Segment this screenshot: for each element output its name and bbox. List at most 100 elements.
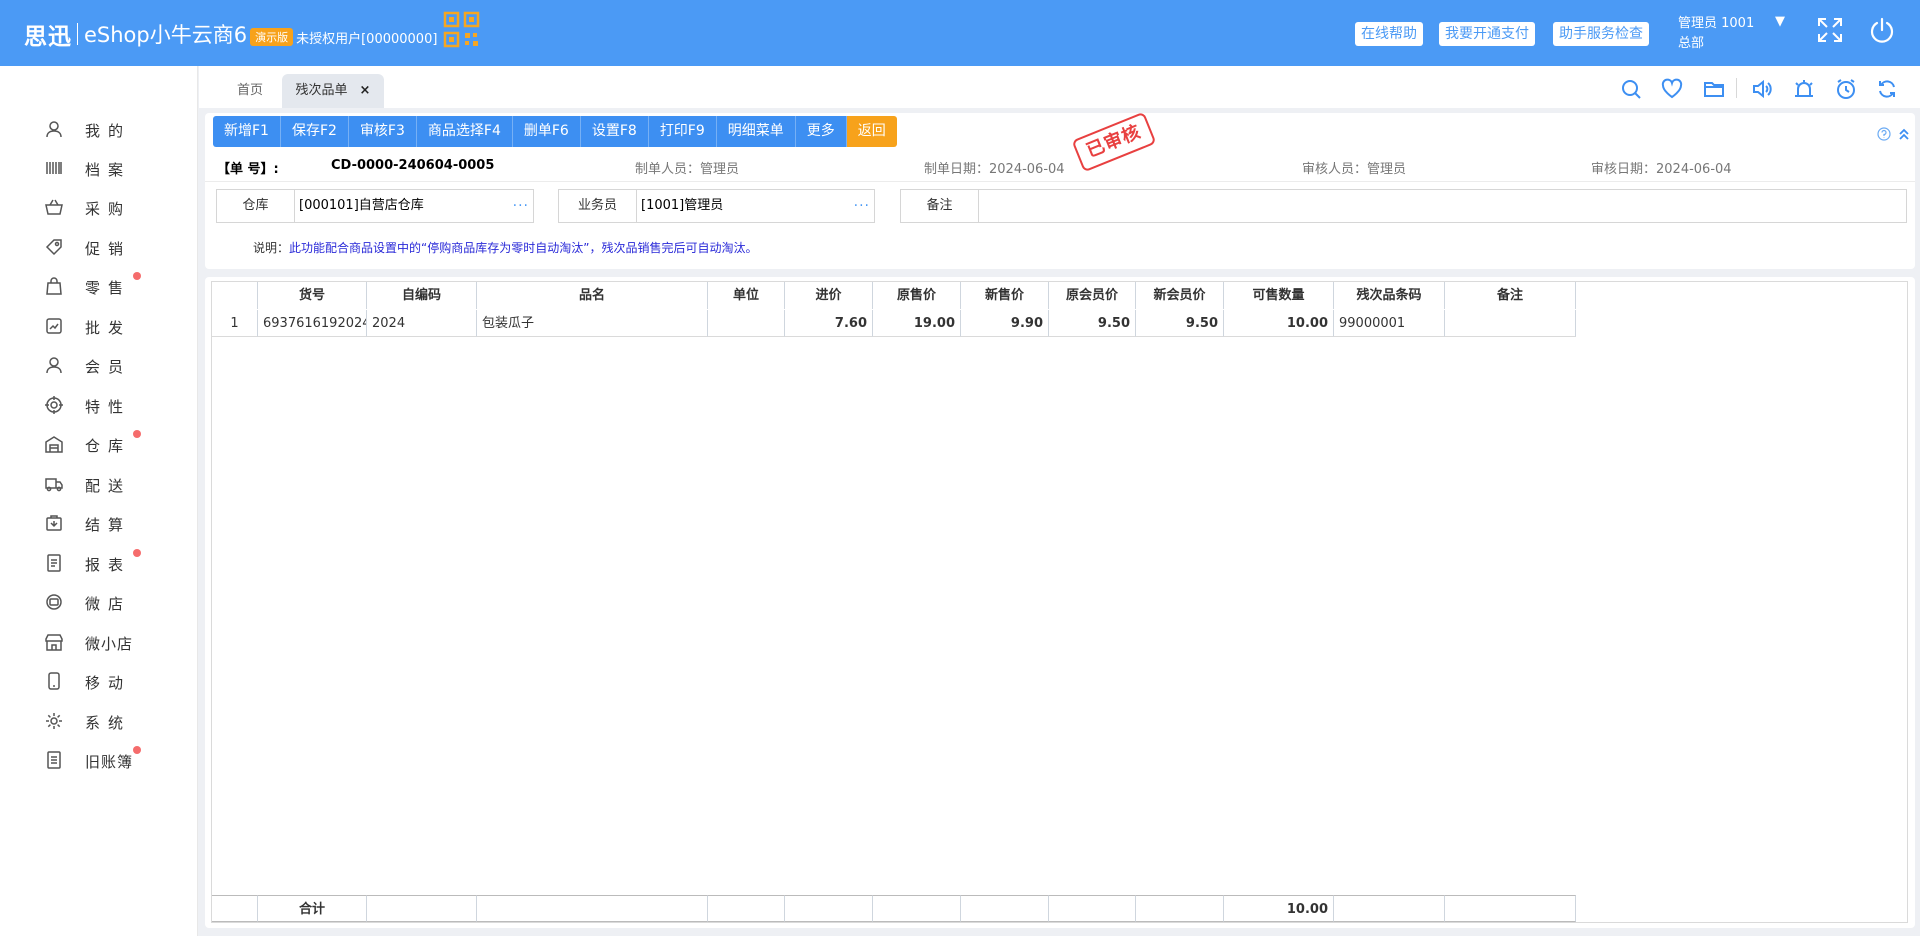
demo-badge: 演示版: [250, 28, 294, 46]
order-no-value: CD-0000-240604-0005: [331, 158, 495, 173]
column-header[interactable]: 单位: [708, 282, 785, 309]
cell-item-no[interactable]: 6937616192024: [258, 310, 367, 337]
cell-defect-barcode[interactable]: 99000001: [1334, 310, 1445, 337]
user-org: 总部: [1678, 36, 1705, 51]
sidebar-item-mini-store[interactable]: 微小店: [0, 626, 198, 658]
tab-label: 残次品单: [295, 83, 348, 98]
warehouse-picker-icon[interactable]: ···: [513, 190, 529, 222]
column-header[interactable]: 原会员价: [1049, 282, 1136, 309]
user-name: 管理员 1001: [1678, 16, 1755, 31]
footer-total-label: 合计: [258, 895, 367, 922]
sidebar-item-old-ledger[interactable]: 旧账簿: [0, 744, 198, 776]
action-toolbar: 新增F1 保存F2 审核F3 商品选择F4 删单F6 设置F8 打印F9 明细菜…: [213, 116, 897, 147]
delete-order-button[interactable]: 删单F6: [512, 116, 581, 147]
refresh-icon[interactable]: [1876, 78, 1898, 104]
select-goods-button[interactable]: 商品选择F4: [416, 116, 513, 147]
sidebar-item-wholesale[interactable]: 批发: [0, 310, 198, 342]
warehouse-input[interactable]: [000101]自营店仓库 ···: [295, 190, 533, 222]
cell-purchase-price[interactable]: 7.60: [785, 310, 873, 337]
online-help-button[interactable]: 在线帮助: [1355, 22, 1423, 46]
print-button[interactable]: 打印F9: [648, 116, 717, 147]
detail-menu-button[interactable]: 明细菜单: [716, 116, 796, 147]
column-header[interactable]: 品名: [477, 282, 708, 309]
sidebar-item-retail[interactable]: 零售: [0, 270, 198, 302]
column-header[interactable]: 进价: [785, 282, 873, 309]
column-header[interactable]: 原售价: [873, 282, 961, 309]
cell-new-member-price[interactable]: 9.50: [1136, 310, 1224, 337]
icon-divider: [1736, 78, 1737, 98]
warehouse-label: 仓库: [217, 190, 295, 222]
clock-icon[interactable]: [1835, 78, 1857, 104]
close-icon[interactable]: ×: [360, 83, 371, 98]
create-date-text: 制单日期：2024-06-04: [924, 162, 1065, 177]
sidebar-item-report[interactable]: 报表: [0, 547, 198, 579]
sidebar-item-warehouse[interactable]: 仓库: [0, 428, 198, 460]
help-icon[interactable]: [1877, 127, 1891, 145]
top-bar: 思迅 eShop小牛云商6 演示版 未授权用户[00000000] 在线帮助 我…: [0, 0, 1920, 66]
salesman-picker-icon[interactable]: ···: [854, 190, 870, 222]
tab-home[interactable]: 首页: [225, 74, 275, 108]
sidebar-item-member[interactable]: 会员: [0, 349, 198, 381]
column-header[interactable]: 新售价: [961, 282, 1049, 309]
enable-payment-button[interactable]: 我要开通支付: [1439, 22, 1535, 46]
column-header[interactable]: 新会员价: [1136, 282, 1224, 309]
cell-remark[interactable]: [1445, 310, 1576, 337]
sidebar-item-purchase[interactable]: 采购: [0, 191, 198, 223]
sidebar-item-mobile[interactable]: 移动: [0, 665, 198, 697]
collapse-icon[interactable]: [1897, 127, 1911, 145]
license-text: 未授权用户[00000000]: [296, 31, 438, 47]
member-icon: [45, 356, 63, 378]
back-button[interactable]: 返回: [846, 116, 897, 147]
column-header[interactable]: 残次品条码: [1334, 282, 1445, 309]
sidebar-item-settlement[interactable]: 结算: [0, 507, 198, 539]
folder-icon[interactable]: [1703, 78, 1725, 104]
ledger-icon: [45, 751, 63, 773]
order-no-label: 【单 号】:: [217, 162, 279, 177]
footer-total-qty: 10.00: [1224, 895, 1334, 922]
heart-icon[interactable]: [1661, 78, 1683, 104]
sidebar-item-promotion[interactable]: 促销: [0, 231, 198, 263]
settings-button[interactable]: 设置F8: [580, 116, 649, 147]
column-header[interactable]: 备注: [1445, 282, 1576, 309]
sidebar-item-mine[interactable]: 我的: [0, 113, 198, 145]
remark-label: 备注: [901, 190, 979, 222]
sidebar-item-label: 微店: [85, 595, 132, 613]
chevron-down-icon[interactable]: ▼: [1775, 14, 1785, 29]
cell-self-code[interactable]: 2024: [367, 310, 477, 337]
sidebar-item-label: 零售: [85, 279, 132, 297]
column-header[interactable]: 货号: [258, 282, 367, 309]
footer-cell: [961, 895, 1049, 922]
bag-icon: [45, 277, 63, 299]
cell-new-price[interactable]: 9.90: [961, 310, 1049, 337]
column-header[interactable]: 可售数量: [1224, 282, 1334, 309]
alarm-icon[interactable]: [1793, 78, 1815, 104]
sidebar-item-label: 微小店: [85, 635, 134, 653]
new-button[interactable]: 新增F1: [213, 116, 281, 147]
sidebar-item-feature[interactable]: 特性: [0, 389, 198, 421]
qrcode-icon[interactable]: [443, 11, 481, 53]
salesman-input[interactable]: [1001]管理员 ···: [637, 190, 874, 222]
fullscreen-icon[interactable]: [1816, 16, 1844, 48]
speaker-icon[interactable]: [1751, 78, 1773, 104]
column-header[interactable]: 自编码: [367, 282, 477, 309]
assistant-check-button[interactable]: 助手服务检查: [1553, 22, 1649, 46]
sidebar-item-system[interactable]: 系统: [0, 705, 198, 737]
cell-sellable-qty[interactable]: 10.00: [1224, 310, 1334, 337]
user-menu[interactable]: 管理员 1001 总部: [1678, 14, 1754, 54]
search-icon[interactable]: [1620, 78, 1642, 104]
cell-old-member-price[interactable]: 9.50: [1049, 310, 1136, 337]
more-button[interactable]: 更多: [795, 116, 847, 147]
cell-product-name[interactable]: 包装瓜子: [477, 310, 708, 337]
cell-unit[interactable]: [708, 310, 785, 337]
tab-defective-goods[interactable]: 残次品单 ×: [282, 74, 384, 108]
cell-old-price[interactable]: 19.00: [873, 310, 961, 337]
sidebar-item-delivery[interactable]: 配送: [0, 468, 198, 500]
sidebar-item-microshop[interactable]: 微店: [0, 586, 198, 618]
target-icon: [45, 396, 63, 418]
sidebar-item-archive[interactable]: 档案: [0, 152, 198, 184]
sidebar: 我的 档案 采购 促销 零售 批发 会员 特性 仓库 配送 结算 报表 微店 微…: [0, 66, 198, 936]
remark-input[interactable]: [979, 190, 1906, 222]
audit-button[interactable]: 审核F3: [348, 116, 417, 147]
power-icon[interactable]: [1868, 16, 1896, 48]
save-button[interactable]: 保存F2: [280, 116, 349, 147]
